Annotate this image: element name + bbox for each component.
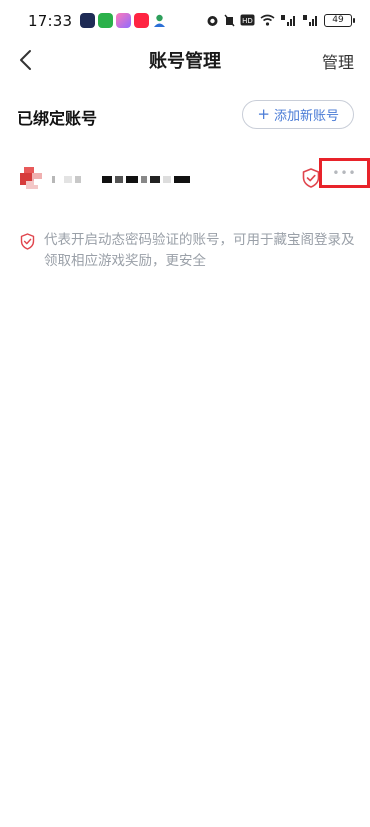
account-management-screen: 17:33 HD 49 账号管理 管理 已绑定账号 + 添加新账号 ••• 代表… [0,0,370,827]
ellipsis-icon: ••• [332,166,357,180]
hd-icon: HD [240,14,255,26]
navigation-bar: 账号管理 管理 [0,40,370,80]
game-app-icon [116,13,131,28]
status-bar: 17:33 HD 49 [0,0,370,40]
security-note-text: 代表开启动态密码验证的账号，可用于藏宝阁登录及领取相应游戏奖励，更安全 [44,232,355,269]
alarm-icon [207,15,218,26]
wifi-icon [260,14,275,26]
add-new-account-button[interactable]: + 添加新账号 [242,100,354,129]
svg-text:HD: HD [242,17,253,25]
section-title: 已绑定账号 [17,109,98,128]
wechat-icon [98,13,113,28]
battery-indicator: 49 [324,13,355,27]
page-title: 账号管理 [149,51,221,72]
more-options-button[interactable]: ••• [319,158,370,188]
masked-account-name [52,174,190,184]
plus-icon: + [257,105,270,123]
profile-app-icon [152,13,167,28]
red-app-icon [134,13,149,28]
shield-check-icon [20,233,35,250]
bound-accounts-header: 已绑定账号 + 添加新账号 [0,96,370,134]
manage-button[interactable]: 管理 [322,49,354,73]
signal-5g-icon [281,15,295,26]
shield-check-icon [302,168,320,188]
signal-icon [303,15,317,26]
notification-app-icon [80,13,95,28]
mute-icon [224,14,235,26]
status-time: 17:33 [28,12,73,30]
add-new-account-label: 添加新账号 [273,109,339,124]
account-avatar [20,167,42,189]
account-list-item[interactable]: ••• [0,158,370,198]
system-status-icons: HD 49 [206,12,355,28]
